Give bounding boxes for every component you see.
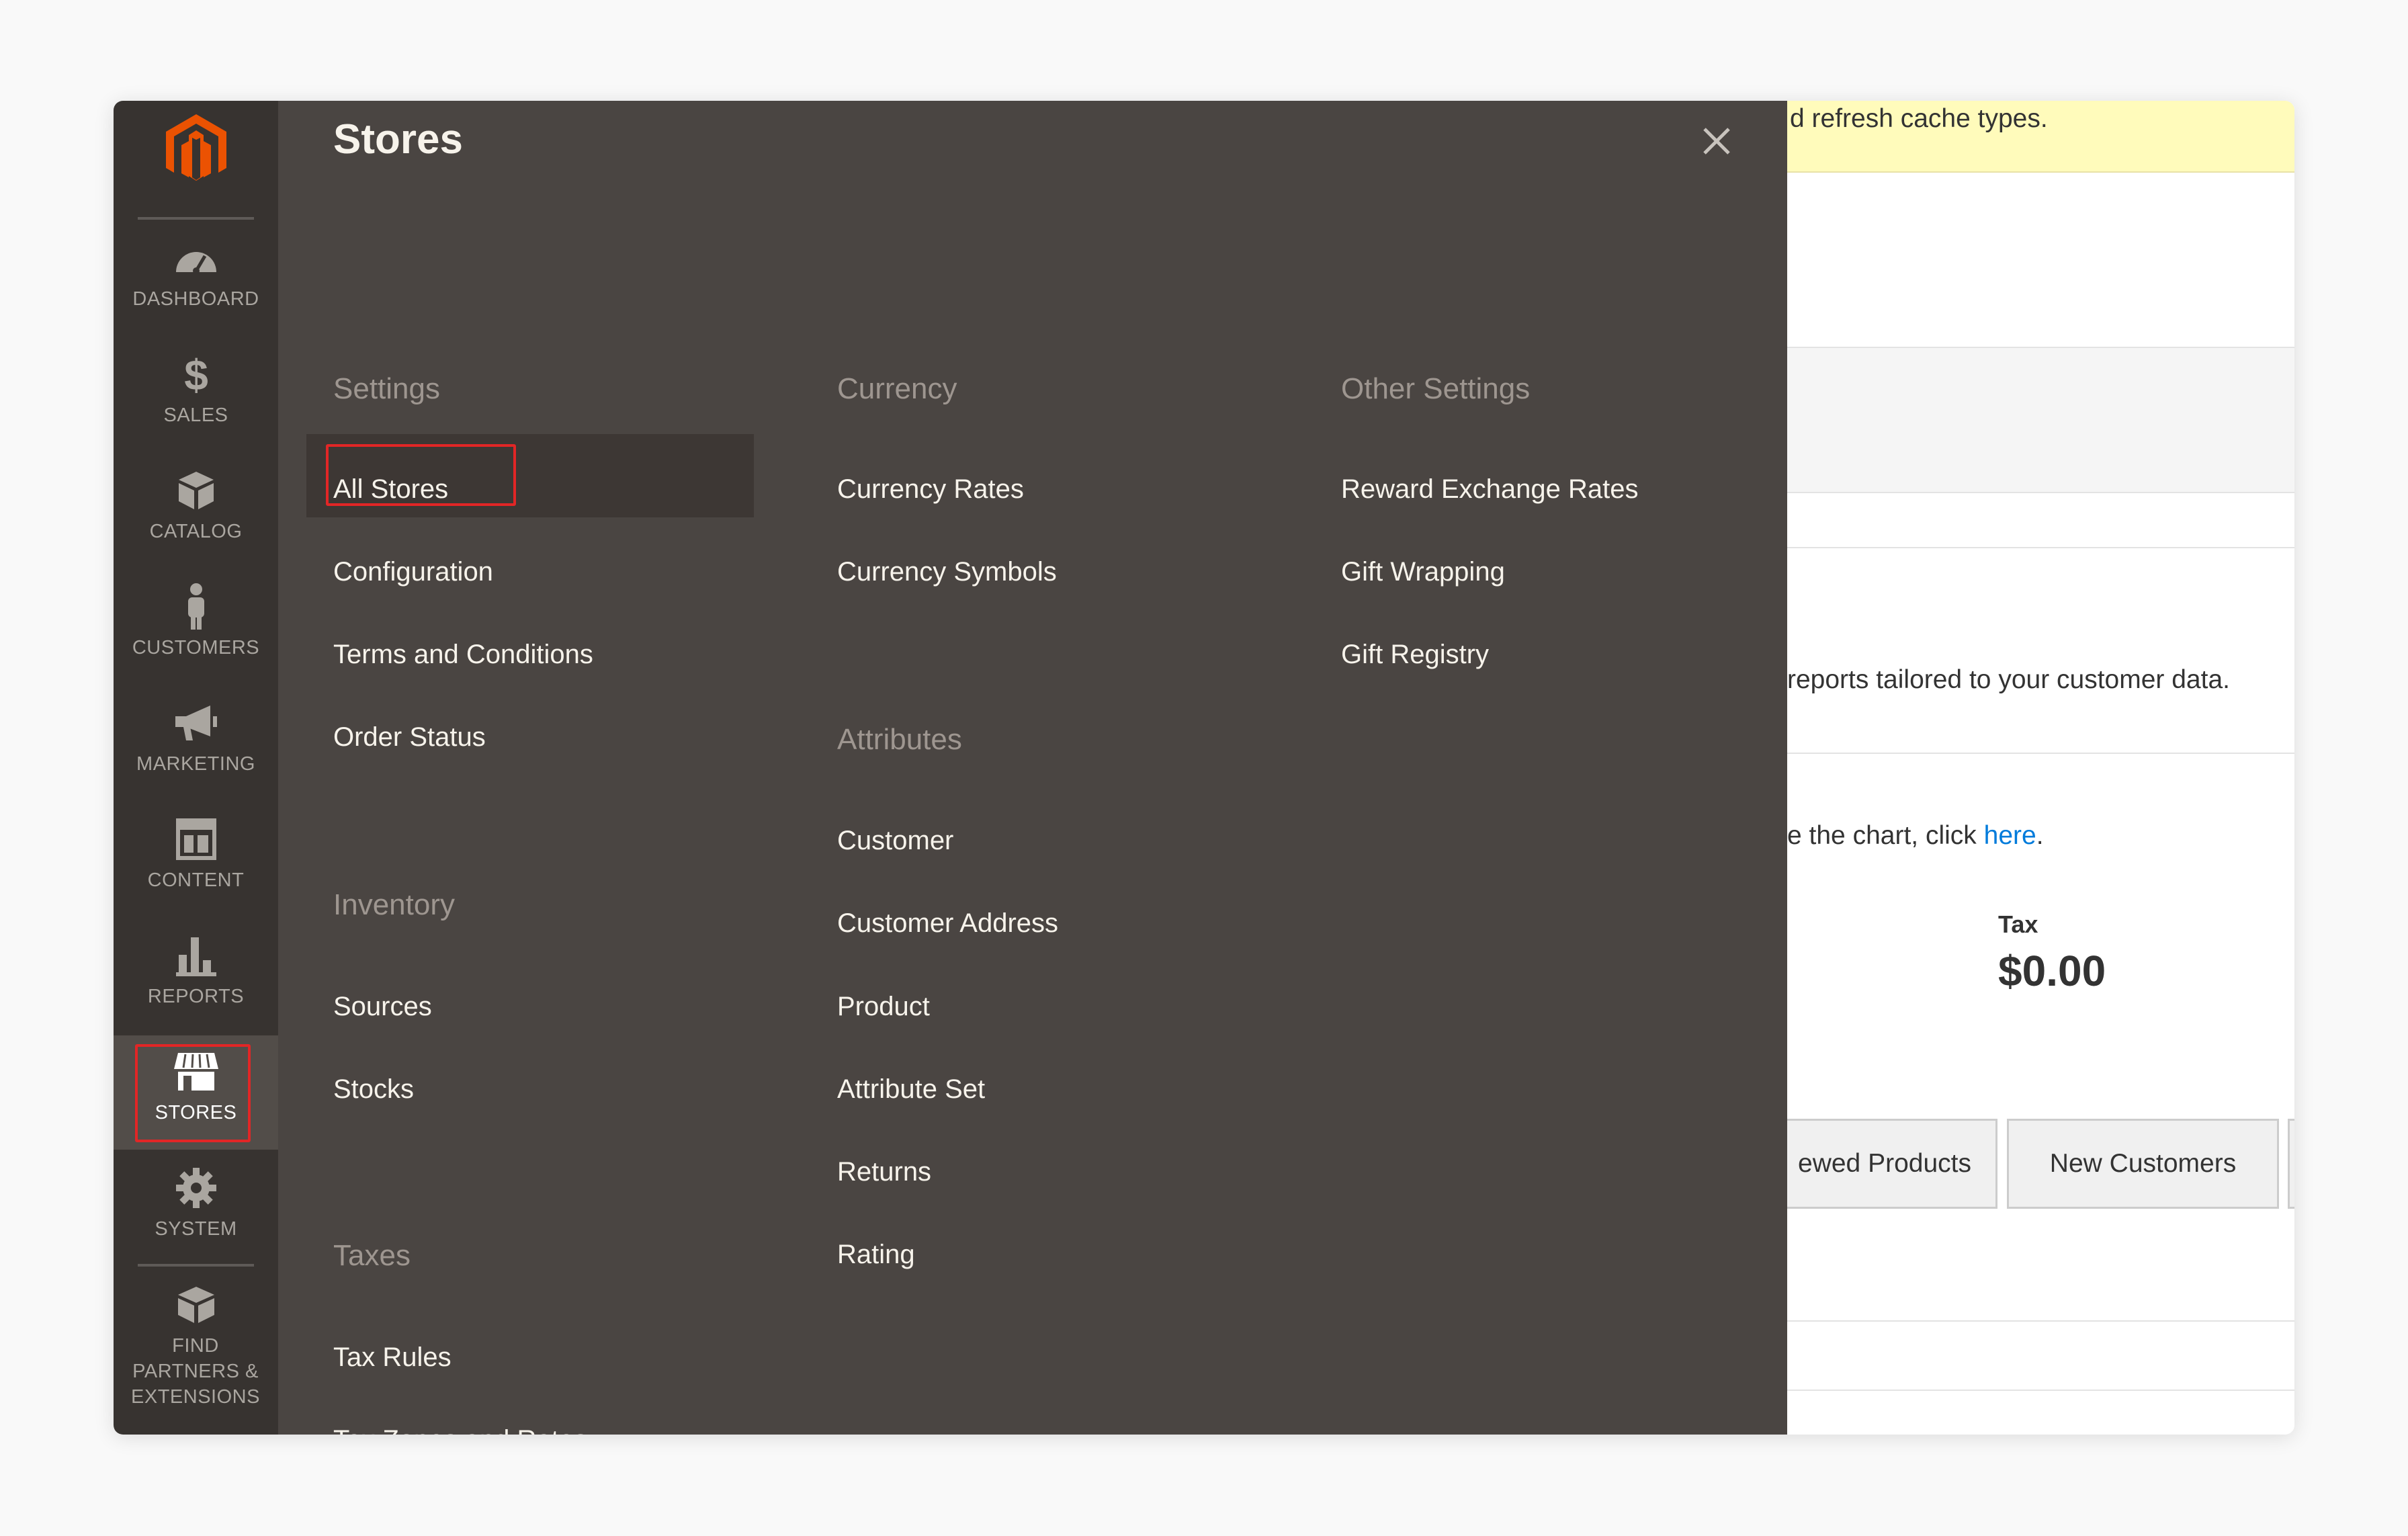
- divider: [1787, 753, 2294, 754]
- section-taxes: Taxes: [333, 1239, 411, 1272]
- link-sources[interactable]: Sources: [333, 992, 432, 1022]
- link-gift-wrapping[interactable]: Gift Wrapping: [1341, 557, 1505, 587]
- notice-text: d refresh cache types.: [1790, 104, 2048, 133]
- tab-next[interactable]: [2288, 1119, 2294, 1209]
- nav-dashboard[interactable]: DASHBOARD: [114, 222, 278, 336]
- admin-window: d refresh cache types. reports tailored …: [114, 101, 2294, 1435]
- section-attributes: Attributes: [837, 723, 962, 756]
- link-order-status[interactable]: Order Status: [333, 722, 486, 753]
- megaphone-icon: [114, 699, 278, 747]
- link-stocks[interactable]: Stocks: [333, 1074, 414, 1105]
- gear-icon: [114, 1164, 278, 1212]
- dashboard-background: d refresh cache types. reports tailored …: [1774, 101, 2294, 1435]
- section-settings: Settings: [333, 372, 440, 405]
- divider: [1787, 1320, 2294, 1322]
- link-tax-zones-and-rates[interactable]: Tax Zones and Rates: [333, 1425, 587, 1435]
- box-icon: [114, 466, 278, 515]
- admin-sidebar: DASHBOARD $ SALES CATALOG CUSTOMERS MARK…: [114, 101, 278, 1435]
- nav-sales[interactable]: $ SALES: [114, 338, 278, 452]
- link-rating[interactable]: Rating: [837, 1240, 915, 1270]
- svg-text:$: $: [184, 352, 208, 396]
- divider: [1787, 547, 2294, 548]
- person-icon: [114, 583, 278, 631]
- nav-marketing[interactable]: MARKETING: [114, 687, 278, 801]
- link-attribute-set[interactable]: Attribute Set: [837, 1074, 985, 1105]
- nav-system[interactable]: SYSTEM: [114, 1152, 278, 1266]
- divider: [138, 1264, 254, 1267]
- link-returns[interactable]: Returns: [837, 1157, 931, 1187]
- link-currency-rates[interactable]: Currency Rates: [837, 474, 1024, 505]
- dollar-icon: $: [114, 350, 278, 398]
- system-notice: d refresh cache types.: [1787, 101, 2294, 173]
- nav-customers[interactable]: CUSTOMERS: [114, 570, 278, 685]
- nav-content[interactable]: CONTENT: [114, 803, 278, 917]
- link-attr-customer[interactable]: Customer: [837, 826, 953, 856]
- configuration-highlight: [326, 444, 516, 506]
- nav-reports[interactable]: REPORTS: [114, 919, 278, 1033]
- stores-flyout-menu: Stores Settings All Stores Configuration…: [278, 101, 1787, 1435]
- magento-logo-icon[interactable]: [159, 108, 233, 191]
- link-attr-product[interactable]: Product: [837, 992, 930, 1022]
- link-attr-customer-address[interactable]: Customer Address: [837, 908, 1058, 939]
- chart-here-link[interactable]: here: [1984, 821, 2036, 850]
- tax-value: $0.00: [1998, 947, 2106, 995]
- storefront-icon: [114, 1048, 278, 1096]
- dashboard-icon: [114, 234, 278, 282]
- divider: [1787, 1390, 2294, 1391]
- tab-most-viewed-products[interactable]: ewed Products: [1774, 1119, 1997, 1209]
- link-reward-exchange-rates[interactable]: Reward Exchange Rates: [1341, 474, 1638, 505]
- nav-stores[interactable]: STORES: [114, 1035, 278, 1150]
- section-other-settings: Other Settings: [1341, 372, 1531, 405]
- link-configuration[interactable]: Configuration: [333, 557, 493, 587]
- nav-catalog[interactable]: CATALOG: [114, 454, 278, 568]
- reports-text: reports tailored to your customer data.: [1787, 665, 2230, 694]
- link-gift-registry[interactable]: Gift Registry: [1341, 640, 1489, 670]
- divider: [138, 217, 254, 220]
- chart-text: e the chart, click here.: [1787, 821, 2044, 850]
- gray-panel: [1787, 347, 2294, 493]
- flyout-title: Stores: [333, 116, 463, 163]
- link-currency-symbols[interactable]: Currency Symbols: [837, 557, 1057, 587]
- cube-stack-icon: [114, 1281, 278, 1329]
- tab-new-customers[interactable]: New Customers: [2007, 1119, 2279, 1209]
- close-icon[interactable]: [1690, 114, 1744, 168]
- link-terms-and-conditions[interactable]: Terms and Conditions: [333, 640, 593, 670]
- nav-find-partners[interactable]: FIND PARTNERS & EXTENSIONS: [114, 1269, 278, 1408]
- layout-icon: [114, 815, 278, 863]
- section-inventory: Inventory: [333, 888, 455, 921]
- section-currency: Currency: [837, 372, 957, 405]
- bar-chart-icon: [114, 931, 278, 980]
- link-tax-rules[interactable]: Tax Rules: [333, 1342, 452, 1373]
- tax-label: Tax: [1998, 910, 2038, 938]
